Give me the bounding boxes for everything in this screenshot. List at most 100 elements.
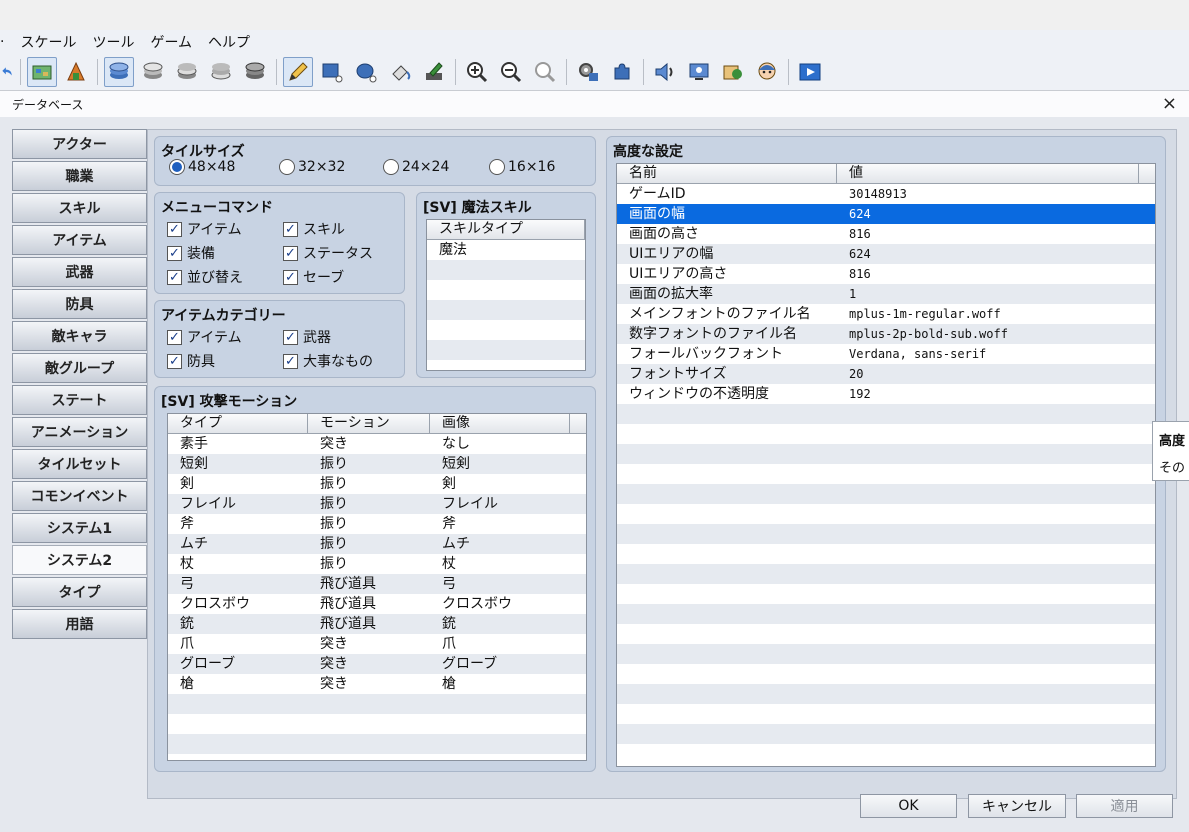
table-row[interactable]: クロスボウ 飛び道具 クロスボウ (168, 594, 586, 614)
table-row[interactable]: 短剣 振り 短剣 (168, 454, 586, 474)
zoom-in-icon[interactable] (462, 57, 492, 87)
table-row[interactable]: UIエリアの高さ 816 (617, 264, 1155, 284)
ellipse-icon[interactable] (351, 57, 381, 87)
fill-icon[interactable] (385, 57, 415, 87)
table-row[interactable] (617, 624, 1155, 644)
checkbox[interactable]: ✓ (283, 269, 298, 285)
advanced-settings-table[interactable]: 名前 値 ゲームID 30148913 画面の幅 624 画面の高さ 816 UIエリアの幅… (616, 163, 1156, 767)
radio-button[interactable] (489, 159, 505, 175)
checkbox[interactable]: ✓ (167, 329, 182, 345)
table-row[interactable]: ゲームID 30148913 (617, 184, 1155, 204)
table-row[interactable] (617, 664, 1155, 684)
table-row[interactable]: 剣 振り 剣 (168, 474, 586, 494)
checkbox[interactable]: ✓ (283, 353, 298, 369)
checkbox[interactable]: ✓ (167, 353, 182, 369)
table-row[interactable] (427, 300, 585, 320)
tile-size-option-2[interactable]: 24×24 (383, 159, 449, 175)
layer2-icon[interactable] (138, 57, 168, 87)
table-row[interactable]: メインフォントのファイル名 mplus-1m-regular.woff (617, 304, 1155, 324)
sidebar-item-12[interactable]: システム1 (12, 513, 147, 543)
sidebar-item-15[interactable]: 用語 (12, 609, 147, 639)
sidebar-item-6[interactable]: 敵キャラ (12, 321, 147, 351)
table-row[interactable]: グローブ 突き グローブ (168, 654, 586, 674)
sidebar-item-2[interactable]: スキル (12, 193, 147, 223)
table-row[interactable]: 杖 振り 杖 (168, 554, 586, 574)
table-row[interactable]: フォールバックフォント Verdana, sans-serif (617, 344, 1155, 364)
sound-icon[interactable] (650, 57, 680, 87)
sidebar-item-4[interactable]: 武器 (12, 257, 147, 287)
item-category-check-1[interactable]: ✓ 武器 (283, 327, 331, 347)
table-row[interactable] (617, 604, 1155, 624)
table-row[interactable] (617, 484, 1155, 504)
table-row[interactable]: 画面の拡大率 1 (617, 284, 1155, 304)
menu-game[interactable]: ゲーム (142, 32, 200, 52)
radio-button[interactable] (383, 159, 399, 175)
checkbox[interactable]: ✓ (167, 245, 182, 261)
layer4-icon[interactable] (206, 57, 236, 87)
event-icon[interactable] (61, 57, 91, 87)
table-row[interactable] (617, 644, 1155, 664)
checkbox[interactable]: ✓ (283, 245, 298, 261)
table-row[interactable]: 画面の高さ 816 (617, 224, 1155, 244)
zoom-actual-icon[interactable] (530, 57, 560, 87)
table-row[interactable] (617, 584, 1155, 604)
table-row[interactable]: ウィンドウの不透明度 192 (617, 384, 1155, 404)
table-row[interactable] (617, 444, 1155, 464)
table-row[interactable]: 数字フォントのファイル名 mplus-2p-bold-sub.woff (617, 324, 1155, 344)
checkbox[interactable]: ✓ (167, 221, 182, 237)
attack-motions-table[interactable]: タイプ モーション 画像 素手 突き なし 短剣 振り 短剣剣振り剣フレイル 振り フレイル斧… (167, 413, 587, 761)
pencil-icon[interactable] (283, 57, 313, 87)
table-row[interactable]: UIエリアの幅 624 (617, 244, 1155, 264)
table-row[interactable] (617, 524, 1155, 544)
table-row[interactable] (427, 340, 585, 360)
sidebar-item-10[interactable]: タイルセット (12, 449, 147, 479)
table-row[interactable]: ムチ 振り ムチ (168, 534, 586, 554)
table-row[interactable] (617, 504, 1155, 524)
table-row[interactable]: 斧 振り 斧 (168, 514, 586, 534)
table-row[interactable] (617, 684, 1155, 704)
table-row[interactable]: 弓 飛び道具 弓 (168, 574, 586, 594)
menu-command-check-3[interactable]: ✓ ステータス (283, 243, 373, 263)
table-row[interactable] (617, 464, 1155, 484)
table-row[interactable]: 爪 突き 爪 (168, 634, 586, 654)
apply-button[interactable]: 適用 (1076, 794, 1173, 818)
sidebar-item-0[interactable]: アクター (12, 129, 147, 159)
table-row[interactable]: 魔法 (427, 240, 585, 260)
table-row[interactable] (617, 424, 1155, 444)
table-row[interactable]: 画面の幅 624 (617, 204, 1155, 224)
menu-command-check-4[interactable]: ✓ 並び替え (167, 267, 243, 287)
tile-size-option-0[interactable]: 48×48 (169, 159, 235, 175)
table-row[interactable] (427, 260, 585, 280)
map-icon[interactable] (27, 57, 57, 87)
table-row[interactable] (168, 694, 586, 714)
menu-command-check-0[interactable]: ✓ アイテム (167, 219, 242, 239)
tile-size-option-1[interactable]: 32×32 (279, 159, 345, 175)
event-search-icon[interactable] (684, 57, 714, 87)
character-generator-icon[interactable] (752, 57, 782, 87)
shadow-pen-icon[interactable] (419, 57, 449, 87)
item-category-check-3[interactable]: ✓ 大事なもの (283, 351, 373, 371)
sidebar-item-3[interactable]: アイテム (12, 225, 147, 255)
table-row[interactable]: フレイル 振り フレイル (168, 494, 586, 514)
menu-tools[interactable]: ツール (84, 32, 142, 52)
magic-skills-table[interactable]: スキルタイプ 魔法 (426, 219, 586, 371)
table-row[interactable] (617, 704, 1155, 724)
sidebar-item-11[interactable]: コモンイベント (12, 481, 147, 511)
sidebar-item-5[interactable]: 防具 (12, 289, 147, 319)
menu-command-check-5[interactable]: ✓ セーブ (283, 267, 344, 287)
sidebar-item-9[interactable]: アニメーション (12, 417, 147, 447)
table-row[interactable] (168, 734, 586, 754)
table-row[interactable] (617, 404, 1155, 424)
checkbox[interactable]: ✓ (283, 221, 298, 237)
ok-button[interactable]: OK (860, 794, 957, 818)
checkbox[interactable]: ✓ (167, 269, 182, 285)
playtest-icon[interactable] (795, 57, 825, 87)
radio-button[interactable] (279, 159, 295, 175)
sidebar-item-13[interactable]: システム2 (12, 545, 147, 575)
sidebar-item-8[interactable]: ステート (12, 385, 147, 415)
resource-icon[interactable] (718, 57, 748, 87)
sidebar-item-14[interactable]: タイプ (12, 577, 147, 607)
tile-size-option-3[interactable]: 16×16 (489, 159, 555, 175)
close-icon[interactable]: × (1162, 95, 1177, 113)
rectangle-icon[interactable] (317, 57, 347, 87)
